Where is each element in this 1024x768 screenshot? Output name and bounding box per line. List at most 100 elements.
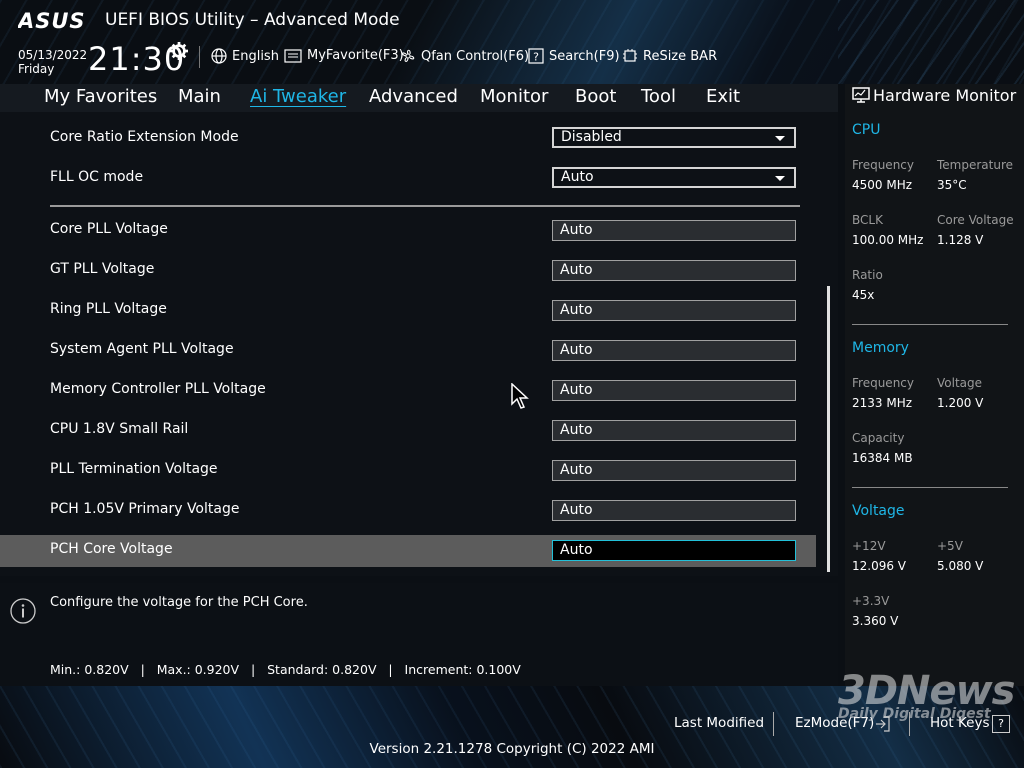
chip-icon	[623, 49, 637, 62]
info-icon	[10, 598, 36, 624]
last-modified-button[interactable]: Last Modified	[674, 715, 764, 731]
pll-termination-voltage-field[interactable]: Auto	[552, 460, 796, 481]
setting-label: PCH Core Voltage	[50, 541, 173, 557]
search-question-icon: ?	[528, 48, 544, 64]
capacity-value: 16384 MB	[852, 451, 913, 465]
hot-keys-question-icon[interactable]: ?	[992, 715, 1010, 733]
setting-label: FLL OC mode	[50, 169, 144, 185]
date-text: 05/13/2022	[18, 48, 88, 62]
pch-1-05v-primary-voltage-field[interactable]: Auto	[552, 500, 796, 521]
resize-bar-label: ReSize BAR	[643, 48, 718, 64]
ratio-value: 45x	[852, 288, 875, 302]
v5-value: 5.080 V	[937, 559, 984, 573]
tab-boot[interactable]: Boot	[575, 86, 616, 107]
tab-main[interactable]: Main	[178, 86, 221, 107]
v33-value: 3.360 V	[852, 614, 899, 628]
cpu-temperature-value: 35°C	[937, 178, 967, 192]
version-text: Version 2.21.1278 Copyright (C) 2022 AMI	[369, 741, 655, 757]
search-label: Search(F9)	[549, 48, 620, 64]
myfavorite-label: MyFavorite(F3)	[307, 48, 404, 63]
day-text: Friday	[18, 62, 55, 76]
fan-icon	[402, 49, 415, 62]
tab-exit[interactable]: Exit	[706, 86, 740, 107]
cpu-frequency-label: Frequency	[852, 158, 914, 172]
myfavorite-button[interactable]: MyFavorite(F3)	[284, 48, 404, 63]
asus-logo: ASUS	[18, 9, 86, 33]
app-title: UEFI BIOS Utility – Advanced Mode	[105, 10, 400, 30]
tab-my-favorites[interactable]: My Favorites	[44, 86, 157, 107]
qfan-control-button[interactable]: Qfan Control(F6)	[400, 48, 529, 64]
header-right-background	[838, 0, 1024, 84]
dropdown-value: Disabled	[561, 129, 622, 145]
core-voltage-label: Core Voltage	[937, 213, 1014, 227]
memory-section-title: Memory	[852, 340, 909, 356]
watermark: 3DNews Daily Digital Digest	[838, 668, 1015, 722]
language-label: English	[232, 48, 279, 64]
date-display: 05/13/2022 Friday	[18, 48, 87, 76]
voltage-specs: Min.: 0.820V | Max.: 0.920V | Standard: …	[50, 662, 521, 677]
monitor-icon	[852, 87, 870, 103]
chevron-down-icon	[775, 136, 785, 141]
pch-core-voltage-field[interactable]: Auto	[552, 540, 796, 561]
cpu-1-8v-small-rail-field[interactable]: Auto	[552, 420, 796, 441]
watermark-tagline: Daily Digital Digest	[838, 706, 991, 722]
tab-advanced[interactable]: Advanced	[369, 86, 458, 107]
setting-label: Ring PLL Voltage	[50, 301, 167, 317]
cpu-frequency-value: 4500 MHz	[852, 178, 913, 192]
memory-frequency-value: 2133 MHz	[852, 396, 913, 410]
setting-label: PCH 1.05V Primary Voltage	[50, 501, 240, 517]
memory-voltage-label: Voltage	[937, 376, 983, 390]
ring-pll-voltage-field[interactable]: Auto	[552, 300, 796, 321]
resize-bar-button[interactable]: ReSize BAR	[622, 48, 717, 64]
fll-oc-mode-dropdown[interactable]: Auto	[552, 167, 796, 188]
svg-text:ASUS: ASUS	[18, 9, 86, 33]
svg-text:?: ?	[533, 51, 539, 64]
tab-tool[interactable]: Tool	[641, 86, 676, 107]
v33-label: +3.3V	[852, 594, 890, 608]
v12-label: +12V	[852, 539, 886, 553]
memory-frequency-label: Frequency	[852, 376, 914, 390]
cpu-section-title: CPU	[852, 122, 881, 138]
voltage-section-title: Voltage	[852, 503, 905, 519]
footer-separator	[773, 712, 774, 736]
favorite-icon	[284, 48, 302, 63]
scrollbar[interactable]	[827, 286, 830, 572]
core-ratio-extension-mode-dropdown[interactable]: Disabled	[552, 127, 796, 148]
tab-monitor[interactable]: Monitor	[480, 86, 548, 107]
help-description: Configure the voltage for the PCH Core.	[50, 595, 308, 610]
core-voltage-value: 1.128 V	[937, 233, 984, 247]
bclk-label: BCLK	[852, 213, 883, 227]
setting-label: PLL Termination Voltage	[50, 461, 218, 477]
chevron-down-icon	[775, 176, 785, 181]
section-divider	[50, 205, 800, 207]
search-button[interactable]: ? Search(F9)	[528, 48, 620, 64]
bclk-value: 100.00 MHz	[852, 233, 924, 247]
header-separator	[199, 46, 200, 68]
memory-voltage-value: 1.200 V	[937, 396, 984, 410]
setting-label: CPU 1.8V Small Rail	[50, 421, 189, 437]
setting-label: Core Ratio Extension Mode	[50, 129, 239, 145]
tab-ai-tweaker[interactable]: Ai Tweaker	[250, 86, 346, 107]
setting-label: System Agent PLL Voltage	[50, 341, 234, 357]
dropdown-value: Auto	[561, 169, 594, 185]
gt-pll-voltage-field[interactable]: Auto	[552, 260, 796, 281]
qfan-label: Qfan Control(F6)	[421, 48, 530, 64]
gear-icon[interactable]	[170, 42, 188, 60]
memory-controller-pll-voltage-field[interactable]: Auto	[552, 380, 796, 401]
setting-label: GT PLL Voltage	[50, 261, 155, 277]
ratio-label: Ratio	[852, 268, 883, 282]
system-agent-pll-voltage-field[interactable]: Auto	[552, 340, 796, 361]
capacity-label: Capacity	[852, 431, 905, 445]
hardware-monitor-title: Hardware Monitor	[873, 86, 1017, 105]
v12-value: 12.096 V	[852, 559, 907, 573]
language-button[interactable]: English	[211, 48, 279, 64]
section-divider	[852, 324, 1008, 325]
globe-icon	[211, 48, 227, 64]
setting-label: Memory Controller PLL Voltage	[50, 381, 266, 397]
core-pll-voltage-field[interactable]: Auto	[552, 220, 796, 241]
cpu-temperature-label: Temperature	[937, 158, 1014, 172]
setting-label: Core PLL Voltage	[50, 221, 168, 237]
section-divider	[852, 487, 1008, 488]
mouse-cursor-icon	[511, 383, 529, 409]
v5-label: +5V	[937, 539, 963, 553]
